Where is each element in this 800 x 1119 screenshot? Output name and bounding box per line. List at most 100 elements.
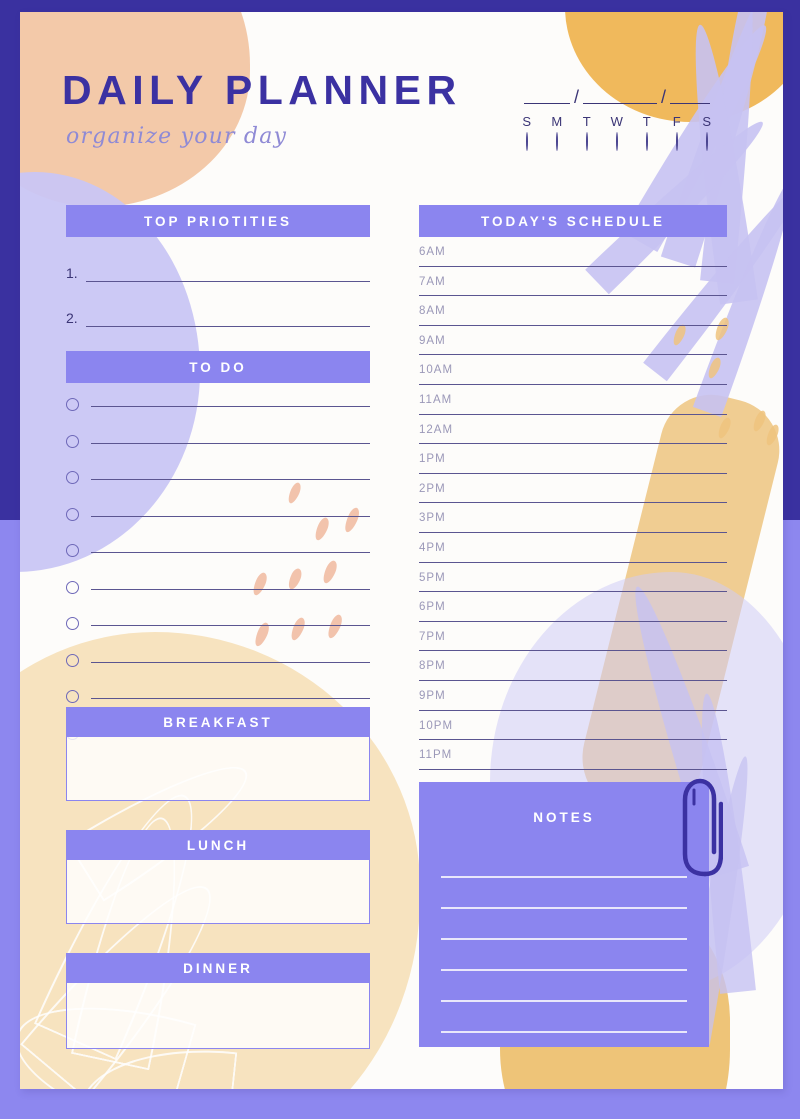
todo-input[interactable]: [91, 479, 370, 481]
day-of-week-selector[interactable]: S M T W T F S: [512, 114, 722, 151]
schedule-time-label: 11PM: [419, 749, 453, 762]
notes-line[interactable]: [441, 940, 687, 971]
todo-input[interactable]: [91, 515, 370, 517]
day-of-week-option[interactable]: F: [666, 114, 688, 151]
todo-row[interactable]: [66, 609, 370, 639]
planner-paper: DAILY PLANNER organize your day / / S M …: [20, 12, 783, 1089]
day-radio[interactable]: [526, 132, 528, 151]
todo-input[interactable]: [91, 661, 370, 663]
schedule-row[interactable]: 11PM: [419, 740, 727, 770]
schedule-row[interactable]: 6AM: [419, 237, 727, 267]
day-of-week-option[interactable]: T: [576, 114, 598, 151]
day-radio[interactable]: [676, 132, 678, 151]
date-input-line[interactable]: / /: [512, 78, 722, 106]
dinner-section: DINNER: [66, 953, 370, 1049]
notes-line[interactable]: [441, 847, 687, 878]
schedule-row[interactable]: 8PM: [419, 651, 727, 681]
day-letter: S: [522, 114, 532, 129]
breakfast-input[interactable]: [66, 737, 370, 801]
todo-checkbox[interactable]: [66, 617, 79, 631]
day-letter: M: [551, 114, 563, 129]
schedule-row[interactable]: 12AM: [419, 415, 727, 445]
day-radio[interactable]: [616, 132, 618, 151]
todo-row[interactable]: [66, 500, 370, 530]
date-month-input[interactable]: [583, 87, 657, 104]
todo-row[interactable]: [66, 390, 370, 420]
priority-row[interactable]: 2.: [66, 297, 370, 327]
todo-checkbox[interactable]: [66, 690, 79, 704]
todo-input[interactable]: [91, 625, 370, 627]
dinner-heading: DINNER: [66, 953, 370, 983]
notes-line[interactable]: [441, 971, 687, 1002]
schedule-time-label: 4PM: [419, 541, 446, 554]
todo-heading: TO DO: [66, 351, 370, 383]
todo-input[interactable]: [91, 698, 370, 700]
todo-row[interactable]: [66, 427, 370, 457]
schedule-row[interactable]: 9AM: [419, 326, 727, 356]
schedule-time-label: 7AM: [419, 275, 446, 288]
todo-input[interactable]: [91, 552, 370, 554]
schedule-row[interactable]: 10PM: [419, 711, 727, 741]
schedule-row[interactable]: 8AM: [419, 296, 727, 326]
todo-checkbox[interactable]: [66, 653, 79, 667]
day-letter: T: [642, 114, 652, 129]
day-of-week-option[interactable]: S: [696, 114, 718, 151]
todo-checkbox[interactable]: [66, 507, 79, 521]
schedule-row[interactable]: 4PM: [419, 533, 727, 563]
breakfast-heading: BREAKFAST: [66, 707, 370, 737]
breakfast-section: BREAKFAST: [66, 707, 370, 801]
schedule-row[interactable]: 7PM: [419, 622, 727, 652]
schedule-time-label: 5PM: [419, 571, 446, 584]
notes-section[interactable]: NOTES: [419, 782, 709, 1047]
day-radio[interactable]: [706, 132, 708, 151]
schedule-row[interactable]: 2PM: [419, 474, 727, 504]
notes-line[interactable]: [441, 909, 687, 940]
day-radio[interactable]: [556, 132, 558, 151]
todo-input[interactable]: [91, 406, 370, 408]
day-radio[interactable]: [646, 132, 648, 151]
schedule-row[interactable]: 6PM: [419, 592, 727, 622]
priority-input[interactable]: [86, 326, 370, 327]
schedule-time-label: 10PM: [419, 719, 454, 732]
schedule-row[interactable]: 10AM: [419, 355, 727, 385]
lunch-input[interactable]: [66, 860, 370, 924]
priority-row[interactable]: 1.: [66, 252, 370, 282]
todo-row[interactable]: [66, 646, 370, 676]
lunch-section: LUNCH: [66, 830, 370, 924]
day-of-week-option[interactable]: W: [606, 114, 628, 151]
todo-row[interactable]: [66, 573, 370, 603]
schedule-row[interactable]: 7AM: [419, 267, 727, 297]
schedule-row[interactable]: 5PM: [419, 563, 727, 593]
day-of-week-option[interactable]: S: [516, 114, 538, 151]
notes-input[interactable]: [419, 847, 709, 1033]
notes-line[interactable]: [441, 1002, 687, 1033]
todo-input[interactable]: [91, 442, 370, 444]
priority-number: 2.: [66, 310, 78, 326]
schedule-list: 6AM 7AM 8AM 9AM 10AM 11AM 12AM 1PM 2PM 3PM 4PM 5PM 6…: [419, 237, 727, 770]
date-year-input[interactable]: [670, 87, 711, 104]
todo-checkbox[interactable]: [66, 544, 79, 558]
date-day-input[interactable]: [523, 87, 570, 104]
lunch-heading: LUNCH: [66, 830, 370, 860]
todo-checkbox[interactable]: [66, 434, 79, 448]
schedule-time-label: 12AM: [419, 423, 454, 436]
todo-checkbox[interactable]: [66, 580, 79, 594]
dinner-input[interactable]: [66, 983, 370, 1049]
day-of-week-option[interactable]: T: [636, 114, 658, 151]
todo-checkbox[interactable]: [66, 398, 79, 412]
date-field[interactable]: / / S M T W T F S: [512, 78, 722, 151]
paperclip-icon: [675, 774, 724, 884]
schedule-row[interactable]: 1PM: [419, 444, 727, 474]
schedule-row[interactable]: 3PM: [419, 503, 727, 533]
priority-input[interactable]: [86, 281, 370, 282]
day-radio[interactable]: [586, 132, 588, 151]
todo-checkbox[interactable]: [66, 471, 79, 485]
schedule-row[interactable]: 11AM: [419, 385, 727, 415]
schedule-row[interactable]: 9PM: [419, 681, 727, 711]
todo-row[interactable]: [66, 463, 370, 493]
todo-row[interactable]: [66, 536, 370, 566]
todo-input[interactable]: [91, 588, 370, 590]
schedule-heading: TODAY'S SCHEDULE: [419, 205, 727, 237]
notes-line[interactable]: [441, 878, 687, 909]
day-of-week-option[interactable]: M: [546, 114, 568, 151]
